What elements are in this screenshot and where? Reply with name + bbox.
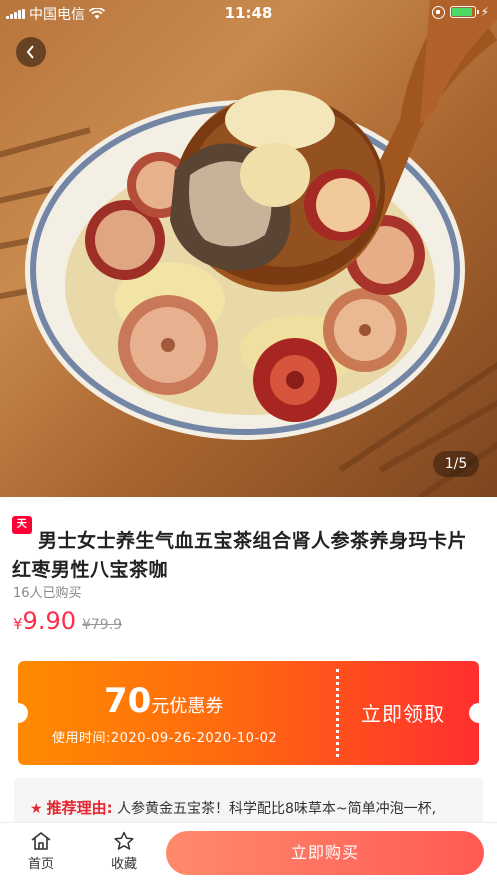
battery-icon bbox=[449, 6, 479, 18]
coupon-value: 70 bbox=[104, 681, 152, 721]
coupon-card[interactable]: 70元优惠券 使用时间:2020-09-26-2020-10-02 立即领取 bbox=[18, 661, 479, 765]
status-right: ⚡ bbox=[431, 5, 489, 19]
bottom-action-bar: 首页 收藏 立即购买 bbox=[0, 822, 497, 884]
back-button[interactable] bbox=[16, 37, 46, 67]
buy-now-button[interactable]: 立即购买 bbox=[166, 831, 484, 875]
coupon-notch-left bbox=[18, 703, 28, 723]
coupon-amount: 70元优惠券 bbox=[104, 681, 223, 721]
product-image[interactable] bbox=[0, 0, 497, 497]
product-title-text: 男士女士养生气血五宝茶组合肾人参茶养身玛卡片红枣男性八宝茶咖 bbox=[12, 530, 468, 581]
gallery-indicator: 1/5 bbox=[433, 451, 479, 477]
chevron-left-icon bbox=[26, 45, 34, 59]
tab-favorite-label: 收藏 bbox=[110, 857, 137, 872]
tab-home-label: 首页 bbox=[27, 857, 54, 872]
price-row: ¥ 9.90 ¥79.9 bbox=[13, 607, 122, 635]
coupon-divider bbox=[336, 669, 339, 757]
coupon-valid-time: 使用时间:2020-09-26-2020-10-02 bbox=[52, 731, 278, 746]
tab-home[interactable]: 首页 bbox=[21, 831, 61, 872]
sold-count: 16人已购买 bbox=[13, 586, 82, 601]
coupon-notch-right bbox=[469, 703, 479, 723]
original-price: ¥79.9 bbox=[81, 617, 123, 633]
tmall-badge-icon: 天猫 bbox=[12, 516, 32, 548]
recommend-text: 人参黄金五宝茶！科学配比8味草本~简单冲泡一杯, bbox=[117, 801, 437, 817]
home-icon bbox=[31, 832, 51, 850]
claim-coupon-button[interactable]: 立即领取 bbox=[361, 698, 445, 727]
star-icon: ★ bbox=[30, 801, 43, 817]
coupon-suffix: 元优惠券 bbox=[151, 696, 224, 717]
charging-icon: ⚡ bbox=[480, 5, 489, 19]
orientation-lock-icon bbox=[431, 5, 445, 19]
recommend-line: ★ 推荐理由: 人参黄金五宝茶！科学配比8味草本~简单冲泡一杯, bbox=[30, 797, 436, 818]
current-price: 9.90 bbox=[22, 607, 76, 635]
status-bar: 中国电信 11:48 ⚡ bbox=[0, 0, 497, 26]
tab-favorite[interactable]: 收藏 bbox=[104, 831, 144, 872]
star-outline-icon bbox=[114, 831, 134, 850]
product-title: 天猫 男士女士养生气血五宝茶组合肾人参茶养身玛卡片红枣男性八宝茶咖 bbox=[12, 516, 482, 585]
product-photo bbox=[0, 0, 497, 497]
price-currency: ¥ bbox=[13, 615, 23, 633]
recommend-label: 推荐理由: bbox=[46, 799, 113, 817]
status-time: 11:48 bbox=[224, 4, 273, 22]
product-title-area: 天猫 男士女士养生气血五宝茶组合肾人参茶养身玛卡片红枣男性八宝茶咖 bbox=[12, 516, 482, 585]
